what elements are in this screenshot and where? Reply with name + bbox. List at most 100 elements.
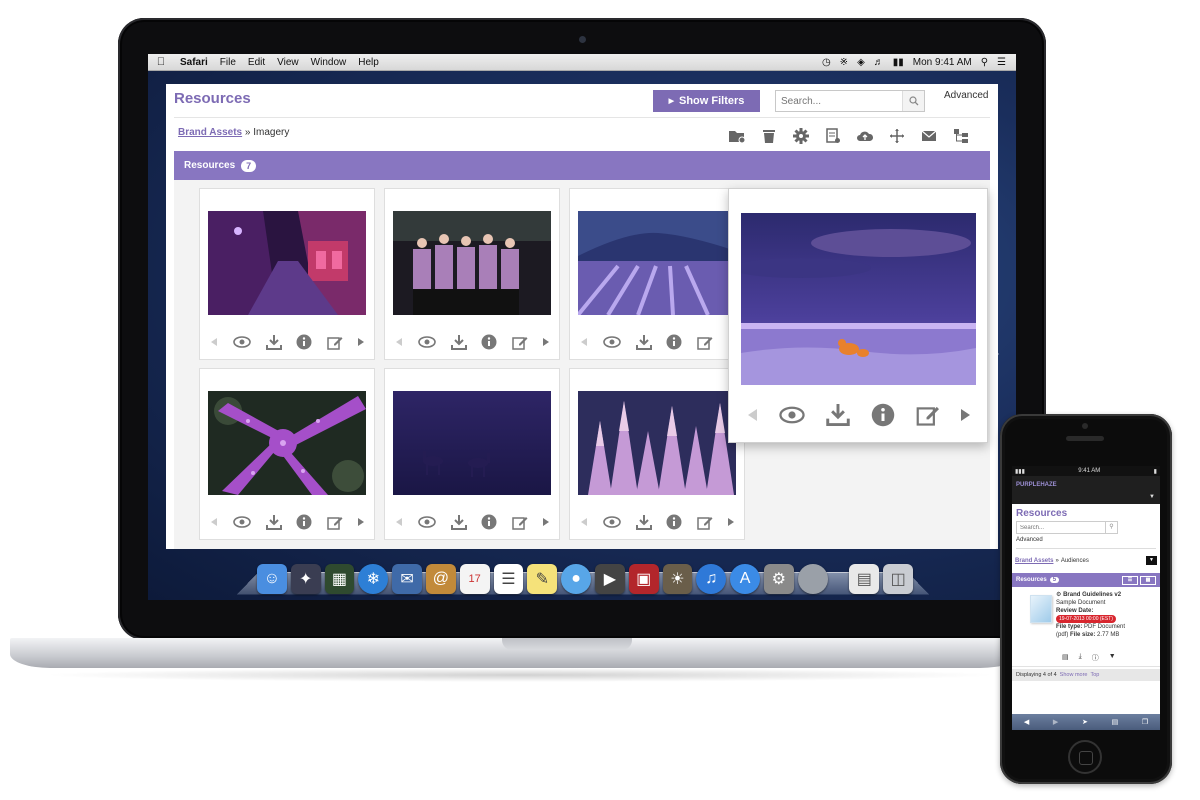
download-icon[interactable] xyxy=(265,514,282,530)
menu-view[interactable]: View xyxy=(271,57,305,68)
resource-card[interactable] xyxy=(569,188,745,360)
download-icon[interactable] xyxy=(825,404,850,426)
resource-card[interactable] xyxy=(199,188,375,360)
dancers-group-photo[interactable] xyxy=(393,211,551,315)
eye-icon[interactable] xyxy=(418,516,436,528)
iphoto-icon[interactable]: ☀ xyxy=(662,564,693,594)
battery-icon[interactable]: ▮▮ xyxy=(893,57,904,68)
download-icon[interactable] xyxy=(450,514,467,530)
edit-icon[interactable] xyxy=(327,515,343,530)
prev-icon[interactable] xyxy=(581,338,588,346)
mail-app-icon[interactable]: ✉ xyxy=(392,564,422,594)
phone-advanced-link[interactable]: Advanced xyxy=(1012,534,1160,546)
phone-more-icon[interactable]: ▼ xyxy=(1109,653,1116,663)
mail-icon[interactable] xyxy=(920,128,938,144)
download-icon[interactable] xyxy=(635,514,652,530)
prev-icon[interactable] xyxy=(396,338,403,346)
download-icon[interactable] xyxy=(635,334,652,350)
report-icon[interactable] xyxy=(824,128,842,144)
apple-menu-icon[interactable]:  xyxy=(148,56,174,68)
snowy-trees-photo[interactable] xyxy=(578,391,736,495)
prev-icon[interactable] xyxy=(581,518,588,526)
info-icon[interactable] xyxy=(481,334,497,350)
list-view-icon[interactable]: ☰ xyxy=(1122,575,1138,585)
phone-info-icon[interactable]: ⓘ xyxy=(1092,653,1099,663)
phone-home-button[interactable] xyxy=(1068,740,1102,774)
top-link[interactable]: Top xyxy=(1091,672,1100,678)
next-icon[interactable] xyxy=(727,518,735,526)
move-icon[interactable] xyxy=(888,128,906,144)
info-icon[interactable] xyxy=(666,334,682,350)
info-icon[interactable] xyxy=(296,334,312,350)
bluetooth-icon[interactable]: ※ xyxy=(840,57,848,68)
menubar-clock[interactable]: Mon 9:41 AM xyxy=(913,57,972,68)
info-icon[interactable] xyxy=(871,403,895,427)
eye-icon[interactable] xyxy=(603,336,621,348)
grid-view-icon[interactable]: ▦ xyxy=(1140,575,1156,585)
finder-icon[interactable]: ☺ xyxy=(257,564,287,594)
search-input[interactable] xyxy=(776,91,902,111)
phone-resource-item[interactable]: ⚙ Brand Guidelines v2 Sample Document Re… xyxy=(1012,587,1160,667)
edit-icon[interactable] xyxy=(916,404,940,426)
notes-icon[interactable]: ✎ xyxy=(527,564,558,594)
menu-edit[interactable]: Edit xyxy=(242,57,271,68)
prev-icon[interactable] xyxy=(211,338,218,346)
next-icon[interactable] xyxy=(542,518,550,526)
next-icon[interactable] xyxy=(357,518,365,526)
search-icon[interactable] xyxy=(902,91,924,111)
menu-caret-icon[interactable]: ▼ xyxy=(1149,494,1155,500)
edit-icon[interactable] xyxy=(512,515,528,530)
new-folder-icon[interactable] xyxy=(728,128,746,144)
contacts-icon[interactable]: @ xyxy=(425,564,456,594)
bookmarks-icon[interactable]: ▤ xyxy=(1112,718,1119,726)
polar-bear-sunset-photo[interactable] xyxy=(741,213,976,385)
eye-icon[interactable] xyxy=(603,516,621,528)
phone-search-icon[interactable]: ⚲ xyxy=(1105,522,1117,533)
lavender-field-photo[interactable] xyxy=(578,211,736,315)
resource-card[interactable] xyxy=(569,368,745,540)
wifi-icon[interactable]: ◈ xyxy=(857,57,865,68)
menu-help[interactable]: Help xyxy=(352,57,385,68)
system-preferences-icon[interactable]: ⚙ xyxy=(763,564,794,594)
download-icon[interactable] xyxy=(265,334,282,350)
next-icon[interactable] xyxy=(357,338,365,346)
brand-logo[interactable]: PURPLEHAZE xyxy=(1016,482,1057,488)
book-icon[interactable]: ▤ xyxy=(1062,653,1069,663)
advanced-search-link[interactable]: Advanced xyxy=(944,90,988,101)
facetime-icon[interactable]: ▶ xyxy=(594,564,625,594)
app-store-icon[interactable]: A xyxy=(730,564,760,594)
blank-app-icon[interactable] xyxy=(797,564,828,594)
cloud-upload-icon[interactable] xyxy=(856,128,874,144)
phone-breadcrumb-parent[interactable]: Brand Assets xyxy=(1015,558,1053,564)
dock-trash-icon[interactable]: ◫ xyxy=(883,564,914,594)
volume-icon[interactable]: ♬ xyxy=(874,57,884,68)
menu-app-name[interactable]: Safari xyxy=(174,57,214,68)
trash-icon[interactable] xyxy=(760,128,778,144)
edit-icon[interactable] xyxy=(697,515,713,530)
itunes-icon[interactable]: ♫ xyxy=(696,564,727,594)
menu-file[interactable]: File xyxy=(214,57,242,68)
purple-alley-photo[interactable] xyxy=(208,211,366,315)
show-filters-button[interactable]: ▶ Show Filters xyxy=(653,90,760,112)
resource-card[interactable] xyxy=(199,368,375,540)
eye-icon[interactable] xyxy=(233,336,251,348)
spotlight-icon[interactable]: ⚲ xyxy=(981,57,988,68)
prev-icon[interactable] xyxy=(747,409,758,421)
photo-booth-icon[interactable]: ▣ xyxy=(628,564,659,594)
eye-icon[interactable] xyxy=(233,516,251,528)
prev-icon[interactable] xyxy=(396,518,403,526)
mission-control-icon[interactable]: ▦ xyxy=(324,564,355,594)
messages-icon[interactable]: ● xyxy=(561,564,591,594)
gear-icon[interactable] xyxy=(792,128,810,144)
tabs-icon[interactable]: ❐ xyxy=(1142,718,1148,726)
edit-icon[interactable] xyxy=(512,335,528,350)
resource-card[interactable] xyxy=(384,368,560,540)
time-machine-icon[interactable]: ◷ xyxy=(822,57,831,68)
next-icon[interactable] xyxy=(960,409,971,421)
forward-icon[interactable]: ▶ xyxy=(1053,718,1058,726)
next-icon[interactable] xyxy=(542,338,550,346)
calendar-icon[interactable]: 17 xyxy=(459,564,490,594)
info-icon[interactable] xyxy=(666,514,682,530)
download-icon[interactable] xyxy=(450,334,467,350)
prev-icon[interactable] xyxy=(211,518,218,526)
